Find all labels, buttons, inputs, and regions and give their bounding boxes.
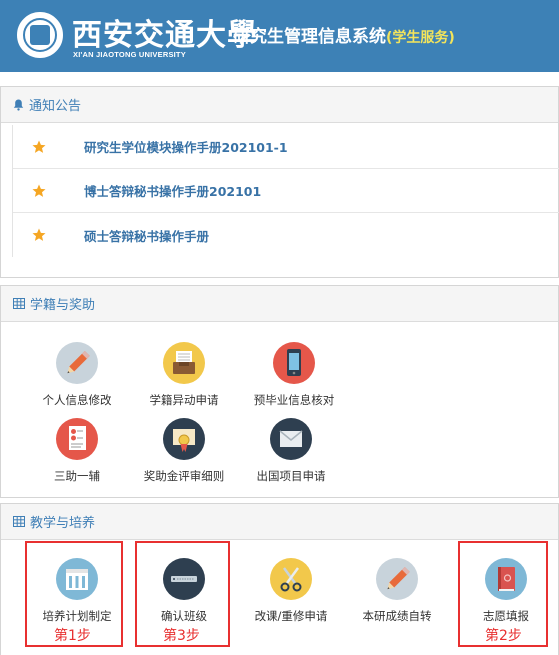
notice-link[interactable]: 博士答辩秘书操作手册202101 — [84, 181, 261, 200]
notice-item[interactable]: 硕士答辩秘书操作手册 — [13, 213, 559, 257]
tile-personal-info[interactable]: 个人信息修改 — [27, 342, 127, 408]
pencil-icon — [56, 342, 98, 384]
tile-scholarship-rules[interactable]: 奖助金评审细则 — [134, 418, 234, 484]
step-label-3: 第3步 — [163, 628, 200, 644]
notice-item[interactable]: 博士答辩秘书操作手册202101 — [13, 169, 559, 213]
tile-label: 学籍异动申请 — [149, 393, 219, 407]
step-label-1: 第1步 — [54, 628, 91, 644]
notices-title: 通知公告 — [29, 99, 82, 114]
tile-label: 三助一辅 — [54, 469, 100, 483]
pencil-icon — [376, 558, 418, 600]
phone-icon — [273, 342, 315, 384]
star-icon — [32, 184, 46, 198]
notice-link[interactable]: 硕士答辩秘书操作手册 — [84, 226, 209, 245]
university-logo-text: 西安交通大學 — [72, 18, 258, 53]
bell-icon — [13, 99, 24, 111]
teaching-title: 教学与培养 — [30, 516, 96, 531]
tile-grade-transfer[interactable]: 本研成绩自转 — [347, 558, 447, 624]
university-logo-en: XI'AN JIAOTONG UNIVERSITY — [73, 50, 186, 59]
tile-label: 奖助金评审细则 — [143, 469, 225, 483]
grid-icon — [13, 516, 25, 527]
enrollment-title: 学籍与奖助 — [30, 298, 96, 313]
star-icon — [32, 140, 46, 154]
tile-assistantship[interactable]: 三助一辅 — [27, 418, 127, 484]
system-subtitle: (学生服务) — [386, 30, 455, 46]
document-icon — [56, 418, 98, 460]
tile-label: 改课/重修申请 — [254, 609, 328, 623]
notice-link[interactable]: 研究生学位模块操作手册202101-1 — [84, 137, 288, 156]
teaching-panel-header: 教学与培养 — [1, 504, 558, 540]
notice-item[interactable]: 研究生学位模块操作手册202101-1 — [13, 125, 559, 169]
notices-panel: 通知公告 研究生学位模块操作手册202101-1 博士答辩秘书操作手册20210… — [0, 86, 559, 278]
app-header: 西安交通大學 XI'AN JIAOTONG UNIVERSITY 研究生管理信息… — [0, 0, 559, 72]
tile-pre-graduation[interactable]: 预毕业信息核对 — [244, 342, 344, 408]
grid-icon — [13, 298, 25, 309]
university-emblem-icon — [17, 12, 63, 58]
tile-label: 本研成绩自转 — [362, 609, 432, 623]
star-icon — [32, 228, 46, 242]
tile-course-change[interactable]: 改课/重修申请 — [241, 558, 341, 624]
tile-overseas-program[interactable]: 出国项目申请 — [241, 418, 341, 484]
notices-panel-header: 通知公告 — [1, 87, 558, 123]
enrollment-panel-header: 学籍与奖助 — [1, 286, 558, 322]
step-label-2: 第2步 — [485, 628, 522, 644]
system-title: 研究生管理信息系统(学生服务) — [233, 22, 455, 47]
envelope-icon — [270, 418, 312, 460]
tile-label: 出国项目申请 — [256, 469, 326, 483]
tile-label: 预毕业信息核对 — [253, 393, 335, 407]
notices-list: 研究生学位模块操作手册202101-1 博士答辩秘书操作手册202101 硕士答… — [12, 125, 559, 257]
tile-status-change[interactable]: 学籍异动申请 — [134, 342, 234, 408]
scissors-icon — [270, 558, 312, 600]
inbox-icon — [163, 342, 205, 384]
system-title-text: 研究生管理信息系统 — [233, 27, 386, 47]
tile-label: 个人信息修改 — [42, 393, 112, 407]
certificate-icon — [163, 418, 205, 460]
